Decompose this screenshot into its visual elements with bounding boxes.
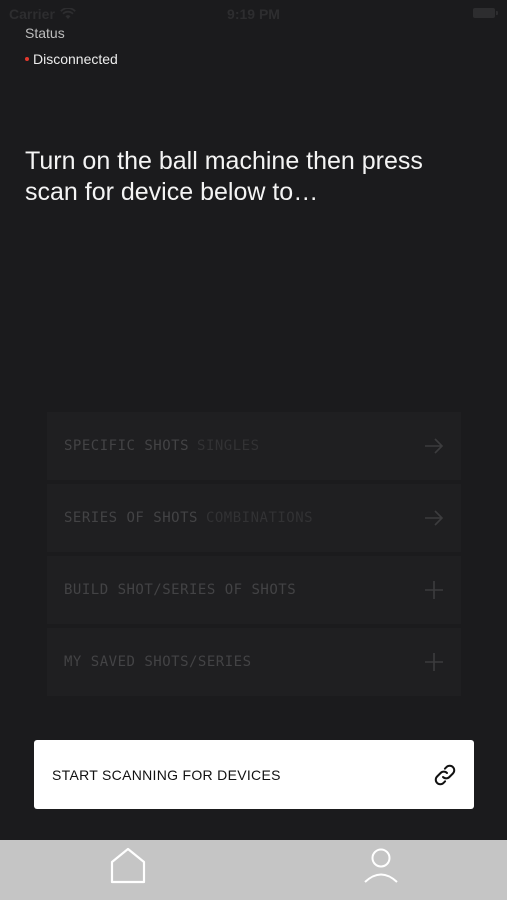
status-dot-icon (25, 57, 29, 61)
menu-item-label: SERIES OF SHOTS (64, 510, 198, 526)
tab-profile[interactable] (361, 845, 401, 885)
instruction-headline: Turn on the ball machine then press scan… (25, 147, 423, 206)
battery-icon (473, 8, 498, 18)
plus-icon (425, 581, 443, 599)
connection-state: Disconnected (33, 51, 118, 67)
link-icon (434, 764, 456, 786)
user-icon (364, 848, 398, 883)
menu-item-series-of-shots[interactable]: SERIES OF SHOTS COMBINATIONS (47, 484, 461, 552)
status-time: 9:19 PM (227, 6, 280, 22)
menu-item-label: SPECIFIC SHOTS (64, 438, 190, 454)
menu-item-specific-shots[interactable]: SPECIFIC SHOTS SINGLES (47, 412, 461, 480)
tab-home[interactable] (108, 845, 148, 885)
connection-status-label: Status (25, 25, 65, 41)
start-scanning-button[interactable]: START SCANNING FOR DEVICES (34, 740, 474, 809)
scan-button-label: START SCANNING FOR DEVICES (52, 766, 281, 783)
plus-icon (425, 653, 443, 671)
menu-item-sublabel: COMBINATIONS (205, 510, 314, 526)
tab-bar (0, 840, 507, 900)
menu-item-build-shot[interactable]: BUILD SHOT/SERIES OF SHOTS (47, 556, 461, 624)
menu-item-label: MY SAVED SHOTS/SERIES (64, 654, 252, 670)
menu-item-label: BUILD SHOT/SERIES OF SHOTS (64, 582, 297, 598)
connection-status: Disconnected (25, 51, 118, 67)
menu-item-saved-shots[interactable]: MY SAVED SHOTS/SERIES (47, 628, 461, 696)
arrow-right-icon (425, 438, 444, 454)
menu-item-sublabel: SINGLES (197, 438, 260, 454)
app-screen: Carrier 9:19 PM Status Disconnected Turn… (0, 0, 507, 900)
home-icon (110, 847, 146, 884)
status-bar: Carrier 9:19 PM (0, 0, 507, 26)
shot-menu: SPECIFIC SHOTS SINGLES SERIES OF SHOTS C… (47, 412, 461, 700)
arrow-right-icon (425, 510, 444, 526)
